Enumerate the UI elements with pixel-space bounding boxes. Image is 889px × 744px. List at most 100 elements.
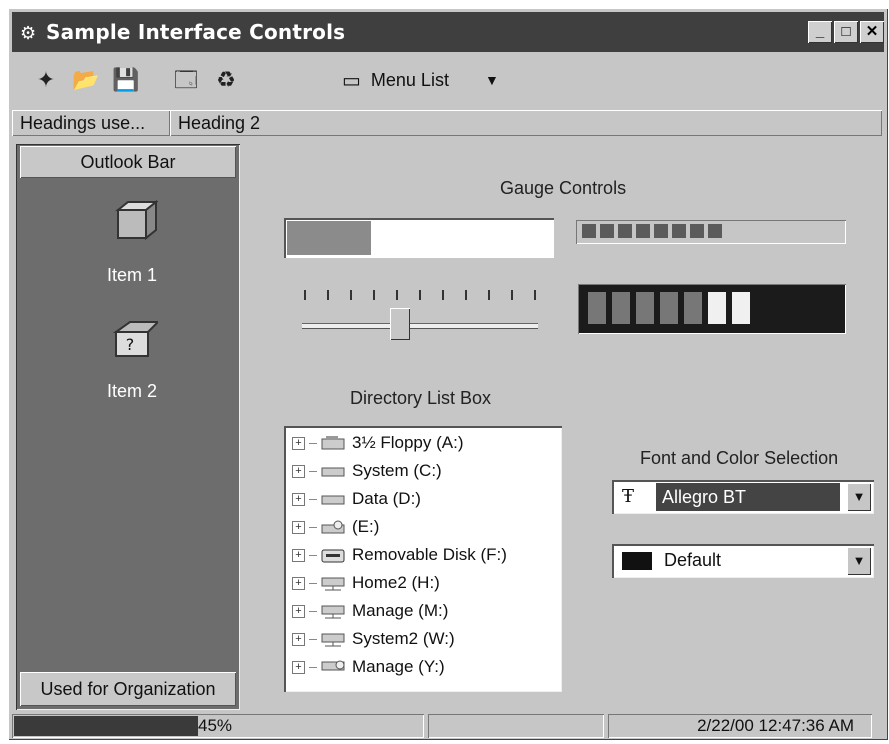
save-icon[interactable]: 💾 bbox=[112, 66, 140, 94]
directory-list-box[interactable]: + 3½ Floppy (A:) + System (C:) + Data (D… bbox=[284, 426, 562, 692]
slider-track bbox=[302, 324, 538, 328]
directory-item[interactable]: + System (C:) bbox=[292, 458, 442, 484]
slider-tick bbox=[350, 290, 352, 300]
outlook-bar: Outlook Bar Item 1 ? Item 2 Used for Org… bbox=[16, 144, 240, 710]
directory-item[interactable]: + 3½ Floppy (A:) bbox=[292, 430, 464, 456]
menu-list-icon: ▭ bbox=[342, 69, 361, 92]
outlook-item-1[interactable]: Item 1 bbox=[76, 198, 188, 286]
font-color-title: Font and Color Selection bbox=[640, 448, 839, 468]
gauge-block bbox=[690, 224, 704, 238]
cd-drive-icon bbox=[321, 520, 345, 534]
header-headings-use[interactable]: Headings use... bbox=[12, 110, 170, 136]
directory-item[interactable]: + Manage (Y:) bbox=[292, 654, 445, 680]
outlook-item-2[interactable]: ? Item 2 bbox=[76, 314, 188, 402]
font-select-value: Allegro BT bbox=[656, 483, 840, 511]
status-panel-empty bbox=[428, 714, 604, 738]
close-button[interactable]: ✕ bbox=[860, 21, 884, 43]
outlook-bar-title[interactable]: Outlook Bar bbox=[20, 146, 236, 178]
expand-icon[interactable]: + bbox=[292, 492, 305, 506]
toolbar: ✦ 📂 💾 🗔 ♻ ▭ Menu List ▼ bbox=[12, 56, 884, 106]
outlook-item-2-label: Item 2 bbox=[106, 381, 158, 401]
gauge-progress-fill bbox=[287, 221, 371, 255]
expand-icon[interactable]: + bbox=[292, 520, 305, 534]
cube-icon bbox=[115, 199, 159, 241]
directory-item-label: Removable Disk (F:) bbox=[352, 545, 507, 564]
network-drive-icon bbox=[321, 633, 345, 647]
directory-item[interactable]: + (E:) bbox=[292, 514, 379, 540]
recycle-icon[interactable]: ♻ bbox=[212, 66, 240, 94]
directory-item[interactable]: + Data (D:) bbox=[292, 486, 421, 512]
gauge-block bbox=[582, 224, 596, 238]
hard-drive-icon bbox=[321, 467, 345, 477]
chevron-down-icon[interactable]: ▼ bbox=[485, 72, 499, 88]
removable-disk-icon bbox=[321, 549, 345, 563]
outlook-item-1-label: Item 1 bbox=[106, 265, 158, 285]
slider-tick bbox=[373, 290, 375, 300]
network-drive-icon bbox=[321, 660, 345, 671]
help-box-icon: ? bbox=[112, 321, 161, 357]
content-area: Gauge Controls Directory List Box + 3½ F… bbox=[248, 144, 884, 710]
directory-item-label: Home2 (H:) bbox=[352, 573, 440, 592]
led-segment bbox=[684, 292, 702, 324]
slider-tick bbox=[534, 290, 536, 300]
status-datetime: 2/22/00 12:47:36 AM bbox=[608, 714, 872, 738]
led-segment bbox=[588, 292, 606, 324]
hard-drive-icon bbox=[321, 495, 345, 505]
slider-control[interactable] bbox=[300, 290, 540, 346]
directory-list-title: Directory List Box bbox=[350, 388, 492, 408]
expand-icon[interactable]: + bbox=[292, 548, 305, 562]
directory-item[interactable]: + Manage (M:) bbox=[292, 598, 448, 624]
gauge-block bbox=[636, 224, 650, 238]
expand-icon[interactable]: + bbox=[292, 632, 305, 646]
floppy-drive-icon bbox=[321, 436, 345, 450]
directory-item-label: 3½ Floppy (A:) bbox=[352, 433, 464, 452]
slider-tick bbox=[442, 290, 444, 300]
status-progress-fill bbox=[14, 716, 198, 736]
truetype-icon: Ŧ bbox=[622, 486, 635, 507]
slider-tick bbox=[327, 290, 329, 300]
svg-text:?: ? bbox=[126, 335, 135, 354]
network-drive-icon bbox=[321, 605, 345, 619]
expand-icon[interactable]: + bbox=[292, 604, 305, 618]
directory-item-label: Data (D:) bbox=[352, 489, 421, 508]
outlook-footer-button[interactable]: Used for Organization bbox=[20, 672, 236, 706]
directory-item-label: Manage (Y:) bbox=[352, 657, 445, 676]
menu-list-button[interactable]: ▭ Menu List ▼ bbox=[342, 64, 499, 96]
maximize-button[interactable]: □ bbox=[834, 21, 858, 43]
new-icon[interactable]: ✦ bbox=[32, 66, 60, 94]
gauge-block bbox=[708, 224, 722, 238]
slider-thumb[interactable] bbox=[390, 308, 410, 340]
gauge-block bbox=[672, 224, 686, 238]
app-icon[interactable]: ⚙ bbox=[20, 23, 36, 44]
properties-icon[interactable]: 🗔 bbox=[172, 66, 200, 94]
status-progress-panel: 45% bbox=[12, 714, 424, 738]
chevron-down-icon[interactable]: ▼ bbox=[847, 483, 871, 511]
expand-icon[interactable]: + bbox=[292, 436, 305, 450]
slider-tick bbox=[304, 290, 306, 300]
directory-item[interactable]: + Removable Disk (F:) bbox=[292, 542, 507, 568]
directory-item[interactable]: + Home2 (H:) bbox=[292, 570, 440, 596]
font-select[interactable]: Ŧ Allegro BT ▼ bbox=[612, 480, 874, 514]
expand-icon[interactable]: + bbox=[292, 464, 305, 478]
slider-tick bbox=[396, 290, 398, 300]
expand-icon[interactable]: + bbox=[292, 576, 305, 590]
color-select[interactable]: Default ▼ bbox=[612, 544, 874, 578]
directory-item[interactable]: + System2 (W:) bbox=[292, 626, 455, 652]
gauge-controls-title: Gauge Controls bbox=[500, 178, 627, 198]
status-progress-label: 45% bbox=[198, 716, 233, 735]
expand-icon[interactable]: + bbox=[292, 660, 305, 674]
minimize-button[interactable]: _ bbox=[808, 21, 832, 43]
color-swatch bbox=[622, 552, 652, 570]
directory-item-label: (E:) bbox=[352, 517, 380, 536]
main-window: ⚙ Sample Interface Controls _ □ ✕ ✦ 📂 💾 … bbox=[8, 8, 888, 740]
led-segment bbox=[636, 292, 654, 324]
header-heading-2[interactable]: Heading 2 bbox=[170, 110, 882, 136]
chevron-down-icon[interactable]: ▼ bbox=[847, 547, 871, 575]
gauge-block bbox=[618, 224, 632, 238]
open-icon[interactable]: 📂 bbox=[72, 66, 100, 94]
slider-tick bbox=[488, 290, 490, 300]
title-bar[interactable]: ⚙ Sample Interface Controls _ □ ✕ bbox=[12, 12, 884, 52]
slider-tick bbox=[511, 290, 513, 300]
led-gauge bbox=[578, 284, 846, 334]
directory-item-label: Manage (M:) bbox=[352, 601, 449, 620]
